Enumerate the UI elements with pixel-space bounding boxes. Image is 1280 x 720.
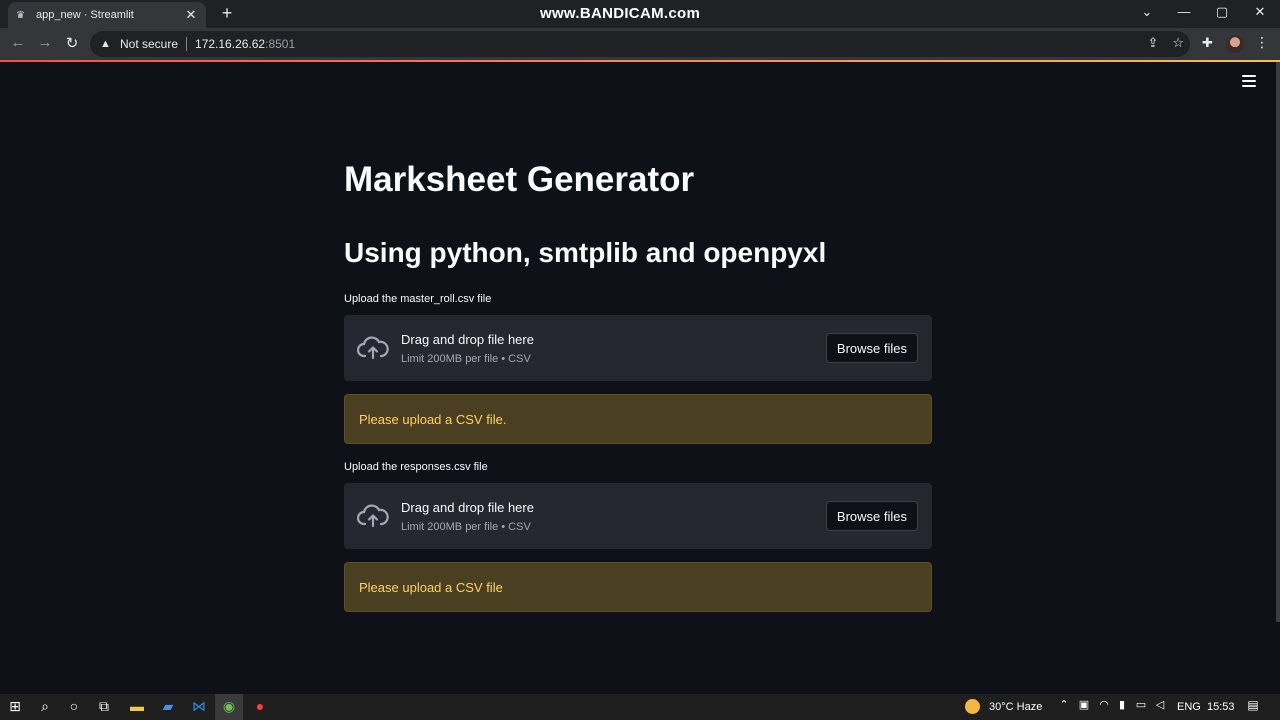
close-tab-icon[interactable]: ✕	[184, 7, 198, 23]
vscode-icon[interactable]: ⋈	[189, 698, 209, 715]
page-scrollbar[interactable]	[1276, 62, 1280, 622]
browse-files-button[interactable]: Browse files	[825, 501, 918, 531]
cloud-upload-icon	[357, 336, 389, 360]
tab-title: app_new · Streamlit	[36, 9, 134, 21]
url-port: :8501	[265, 37, 296, 51]
cortana-icon[interactable]: ○	[64, 698, 84, 714]
network-icon[interactable]: ◠	[1094, 698, 1114, 711]
language-indicator[interactable]: ENG	[1177, 701, 1201, 713]
clock-time[interactable]: 15:53	[1207, 701, 1235, 713]
tray-chevron-icon[interactable]: ⌃	[1054, 698, 1074, 711]
chrome-icon[interactable]: ◉	[215, 694, 243, 720]
dropzone-instructions: Drag and drop file here	[401, 500, 534, 515]
windows-taskbar: ⊞ ⌕ ○ ⧉ ▬ ▰ ⋈ ◉ ● 30°C Haze ⌃ ▣ ◠ ▮ ▭ ◁ …	[0, 694, 1280, 720]
address-bar[interactable]: ▲ Not secure 172.16.26.62:8501 ⇪ ☆	[90, 31, 1190, 57]
cloud-upload-icon	[357, 504, 389, 528]
search-icon[interactable]: ⌕	[35, 698, 55, 715]
profile-avatar[interactable]	[1226, 35, 1244, 53]
meet-now-icon[interactable]: ▣	[1074, 698, 1094, 711]
dropzone-limit: Limit 200MB per file • CSV	[401, 353, 531, 365]
warning-message: Please upload a CSV file	[359, 580, 503, 595]
extensions-icon[interactable]: ✚	[1202, 35, 1213, 51]
microphone-icon[interactable]: ▮	[1112, 698, 1132, 711]
share-icon[interactable]: ⇪	[1147, 35, 1158, 51]
maximize-icon[interactable]: ▢	[1212, 4, 1232, 20]
weather-text[interactable]: 30°C Haze	[989, 701, 1042, 713]
file-explorer-icon[interactable]: ▬	[127, 698, 147, 714]
bandicam-icon[interactable]: ●	[250, 698, 270, 714]
browser-tab-bar: ♛ app_new · Streamlit ✕ + www.BANDICAM.c…	[0, 0, 1280, 28]
back-icon[interactable]: ←	[8, 34, 28, 51]
file-dropzone-master-roll[interactable]: Drag and drop file here Limit 200MB per …	[344, 315, 932, 381]
uploader-label-responses: Upload the responses.csv file	[344, 461, 488, 473]
forward-icon[interactable]: →	[35, 34, 55, 51]
minimize-icon[interactable]: —	[1174, 4, 1194, 19]
dropzone-instructions: Drag and drop file here	[401, 332, 534, 347]
warning-icon: ▲	[100, 38, 111, 50]
warning-message: Please upload a CSV file.	[359, 412, 507, 427]
reload-icon[interactable]: ↻	[62, 34, 82, 52]
warning-alert: Please upload a CSV file	[344, 562, 932, 612]
warning-alert: Please upload a CSV file.	[344, 394, 932, 444]
browser-tab[interactable]: ♛ app_new · Streamlit ✕	[8, 2, 206, 28]
notifications-icon[interactable]: ▤	[1243, 698, 1263, 712]
page-subtitle: Using python, smtplib and openpyxl	[344, 237, 827, 268]
streamlit-decoration-bar	[0, 60, 1280, 62]
weather-sun-icon	[965, 699, 980, 714]
uploader-label-master-roll: Upload the master_roll.csv file	[344, 293, 492, 305]
windows-start-icon[interactable]: ⊞	[5, 698, 25, 715]
browser-toolbar: ← → ↻ ▲ Not secure 172.16.26.62:8501 ⇪ ☆…	[0, 28, 1280, 60]
new-tab-icon[interactable]: +	[217, 3, 237, 24]
hamburger-menu-icon[interactable]	[1242, 75, 1256, 87]
url-host: 172.16.26.62	[195, 37, 266, 51]
page-title: Marksheet Generator	[344, 160, 695, 199]
recorder-watermark: www.BANDICAM.com	[540, 5, 701, 22]
file-dropzone-responses[interactable]: Drag and drop file here Limit 200MB per …	[344, 483, 932, 549]
battery-icon[interactable]: ▭	[1131, 698, 1151, 711]
tab-search-icon[interactable]: ⌄	[1137, 4, 1157, 20]
close-window-icon[interactable]: ✕	[1250, 4, 1270, 20]
security-label: Not secure	[120, 37, 179, 51]
dropzone-limit: Limit 200MB per file • CSV	[401, 521, 531, 533]
powershell-icon[interactable]: ▰	[158, 698, 178, 715]
browser-menu-icon[interactable]: ⋮	[1255, 34, 1269, 51]
bookmark-star-icon[interactable]: ☆	[1172, 35, 1184, 51]
browse-files-button[interactable]: Browse files	[825, 333, 918, 363]
streamlit-favicon-icon: ♛	[16, 9, 25, 21]
volume-icon[interactable]: ◁	[1150, 698, 1170, 711]
task-view-icon[interactable]: ⧉	[94, 698, 114, 715]
address-divider	[186, 37, 188, 51]
